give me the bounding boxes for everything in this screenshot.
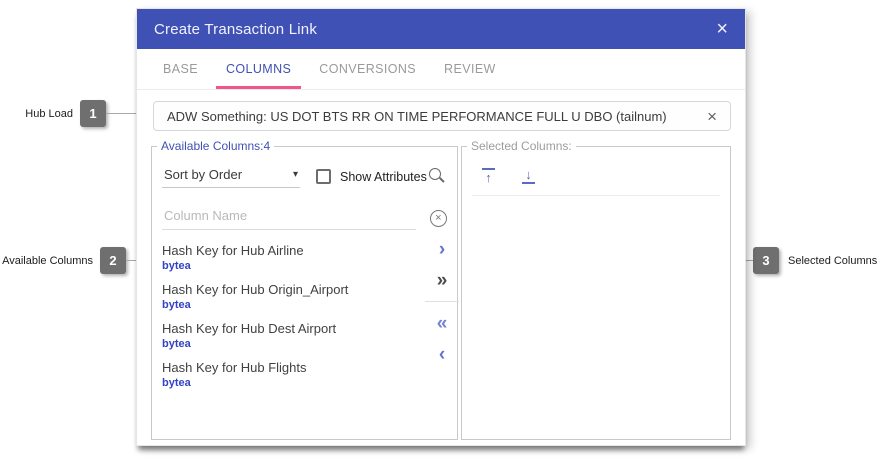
tab-base[interactable]: BASE	[153, 49, 208, 89]
annotation-label: Selected Columns	[788, 255, 877, 267]
move-all-right-button[interactable]: »	[437, 268, 448, 292]
create-transaction-link-dialog: Create Transaction Link × BASE COLUMNS C…	[136, 8, 746, 446]
annotation-available-columns: Available Columns 2	[0, 247, 150, 274]
close-icon: ×	[716, 18, 728, 40]
column-type: bytea	[162, 259, 447, 273]
list-item[interactable]: Hash Key for Hub Origin_Airport bytea	[152, 276, 457, 315]
hub-load-clear-button[interactable]: ×	[707, 108, 717, 125]
annotation-hub-load: Hub Load 1	[0, 100, 152, 127]
chevron-left-icon: ‹	[439, 344, 445, 365]
column-name: Hash Key for Hub Origin_Airport	[162, 282, 447, 298]
sort-order-select[interactable]: Sort by Order ▾	[162, 165, 300, 188]
available-columns-list: Hash Key for Hub Airline bytea Hash Key …	[152, 237, 457, 393]
available-columns-legend: Available Columns:4	[157, 139, 274, 153]
annotation-selected-columns: 3 Selected Columns	[730, 247, 877, 274]
column-name: Hash Key for Hub Airline	[162, 243, 447, 259]
screen: Hub Load 1 Available Columns 2 3 Selecte…	[0, 0, 881, 459]
tab-conversions[interactable]: CONVERSIONS	[309, 49, 426, 89]
transfer-divider	[425, 301, 459, 302]
available-columns-panel: Available Columns:4 Sort by Order ▾ Show…	[151, 139, 458, 440]
double-chevron-left-icon: «	[437, 313, 448, 334]
move-to-bottom-button[interactable]: ↓	[522, 168, 535, 184]
move-all-left-button[interactable]: «	[437, 311, 448, 335]
show-attributes-checkbox[interactable]	[316, 169, 331, 184]
tab-review[interactable]: REVIEW	[434, 49, 506, 89]
selected-columns-panel: Selected Columns: ↑ ↓	[461, 139, 731, 440]
move-to-top-button[interactable]: ↑	[482, 168, 495, 184]
selected-panel-divider	[472, 195, 720, 196]
column-name: Hash Key for Hub Dest Airport	[162, 321, 447, 337]
move-right-button[interactable]: ›	[439, 237, 445, 261]
search-icon	[429, 168, 441, 180]
arrow-down-to-bottom-icon: ↓	[525, 168, 532, 181]
list-item[interactable]: Hash Key for Hub Dest Airport bytea	[152, 315, 457, 354]
list-item[interactable]: Hash Key for Hub Airline bytea	[152, 237, 457, 276]
column-name: Hash Key for Hub Flights	[162, 360, 447, 376]
chevron-down-icon: ▾	[293, 169, 298, 180]
annotation-badge: 1	[80, 100, 106, 127]
show-attributes-label: Show Attributes	[340, 170, 427, 184]
column-filter-row: ×	[162, 205, 447, 230]
dialog-title: Create Transaction Link	[154, 21, 317, 38]
annotation-label: Available Columns	[2, 255, 93, 267]
column-type: bytea	[162, 376, 447, 390]
tab-bar: BASE COLUMNS CONVERSIONS REVIEW	[137, 49, 745, 90]
chevron-right-icon: ›	[439, 239, 445, 260]
column-type: bytea	[162, 337, 447, 351]
tab-columns[interactable]: COLUMNS	[216, 49, 301, 89]
hub-load-value: ADW Something: US DOT BTS RR ON TIME PER…	[167, 109, 667, 124]
double-chevron-right-icon: »	[437, 270, 448, 291]
column-name-input[interactable]	[162, 205, 416, 230]
annotation-label: Hub Load	[25, 108, 73, 120]
dialog-header: Create Transaction Link ×	[137, 9, 745, 49]
hub-load-field[interactable]: ADW Something: US DOT BTS RR ON TIME PER…	[153, 101, 731, 131]
selected-columns-legend: Selected Columns:	[467, 139, 576, 153]
arrow-up-to-top-icon: ↑	[485, 171, 492, 184]
list-item[interactable]: Hash Key for Hub Flights bytea	[152, 354, 457, 393]
selected-toolbar: ↑ ↓	[482, 168, 730, 184]
move-left-button[interactable]: ‹	[439, 342, 445, 366]
transfer-controls: › » « ‹	[427, 237, 457, 373]
dialog-close-button[interactable]: ×	[716, 19, 728, 39]
available-toolbar: Sort by Order ▾ Show Attributes	[162, 165, 447, 188]
search-button[interactable]	[427, 167, 447, 187]
bottom-bar	[522, 182, 535, 184]
clear-icon: ×	[707, 107, 717, 126]
annotation-badge: 3	[753, 247, 779, 274]
clear-filter-button[interactable]: ×	[430, 210, 447, 227]
column-type: bytea	[162, 298, 447, 312]
sort-order-value: Sort by Order	[164, 167, 242, 182]
circled-x-icon: ×	[430, 210, 447, 227]
annotation-badge: 2	[100, 247, 126, 274]
